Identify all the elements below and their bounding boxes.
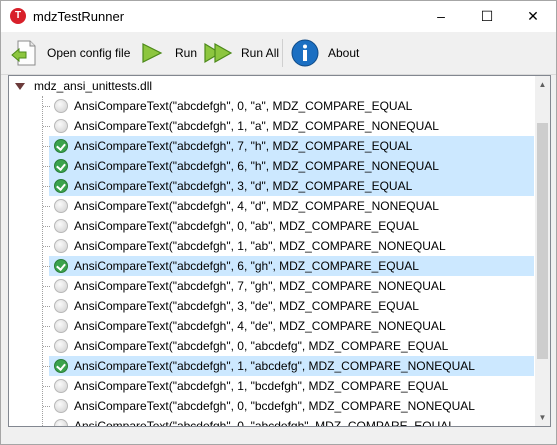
test-tree-item[interactable]: AnsiCompareText("abcdefgh", 1, "abcdefg"… — [43, 356, 534, 376]
test-not-run-icon — [54, 99, 68, 113]
test-tree-item[interactable]: AnsiCompareText("abcdefgh", 1, "ab", MDZ… — [43, 236, 534, 256]
test-not-run-icon — [54, 199, 68, 213]
tree-branch-line — [43, 386, 50, 387]
minimize-button[interactable]: – — [418, 1, 464, 32]
test-not-run-icon — [54, 339, 68, 353]
about-button[interactable]: About — [290, 36, 359, 70]
open-config-icon — [9, 38, 39, 68]
test-tree[interactable]: mdz_ansi_unittests.dll AnsiCompareText("… — [8, 75, 551, 427]
test-item-label: AnsiCompareText("abcdefgh", 1, "ab", MDZ… — [74, 239, 446, 253]
run-button[interactable]: Run — [137, 36, 197, 70]
test-passed-icon — [54, 259, 68, 273]
open-config-button[interactable]: Open config file — [9, 36, 130, 70]
app-logo-icon — [10, 8, 26, 24]
status-bar — [1, 427, 556, 444]
test-not-run-icon — [54, 379, 68, 393]
test-tree-item[interactable]: AnsiCompareText("abcdefgh", 4, "de", MDZ… — [43, 316, 534, 336]
vertical-scrollbar[interactable]: ▲ ▼ — [535, 76, 550, 426]
test-tree-item[interactable]: AnsiCompareText("abcdefgh", 0, "bcdefgh"… — [43, 396, 534, 416]
scrollbar-thumb[interactable] — [537, 123, 548, 359]
test-tree-item[interactable]: AnsiCompareText("abcdefgh", 7, "gh", MDZ… — [43, 276, 534, 296]
test-not-run-icon — [54, 119, 68, 133]
test-not-run-icon — [54, 419, 68, 426]
test-tree-item[interactable]: AnsiCompareText("abcdefgh", 3, "de", MDZ… — [43, 296, 534, 316]
test-not-run-icon — [54, 299, 68, 313]
test-not-run-icon — [54, 239, 68, 253]
test-not-run-icon — [54, 279, 68, 293]
test-not-run-icon — [54, 399, 68, 413]
info-icon — [290, 38, 320, 68]
maximize-button[interactable]: ☐ — [464, 1, 510, 32]
tree-branch-line — [43, 206, 50, 207]
test-item-label: AnsiCompareText("abcdefgh", 7, "gh", MDZ… — [74, 279, 446, 293]
test-item-label: AnsiCompareText("abcdefgh", 7, "h", MDZ_… — [74, 139, 413, 153]
tree-branch-line — [43, 286, 50, 287]
expand-arrow-icon[interactable] — [15, 83, 25, 90]
window-title: mdzTestRunner — [33, 9, 125, 24]
title-bar: mdzTestRunner – ☐ ✕ — [1, 1, 556, 32]
test-passed-icon — [54, 159, 68, 173]
test-item-label: AnsiCompareText("abcdefgh", 4, "d", MDZ_… — [74, 199, 439, 213]
scroll-down-arrow-icon[interactable]: ▼ — [535, 409, 550, 426]
tree-branch-line — [43, 126, 50, 127]
tree-branch-line — [43, 346, 50, 347]
test-item-label: AnsiCompareText("abcdefgh", 3, "d", MDZ_… — [74, 179, 413, 193]
test-passed-icon — [54, 359, 68, 373]
tree-root-node[interactable]: mdz_ansi_unittests.dll — [9, 76, 534, 96]
test-passed-icon — [54, 179, 68, 193]
test-item-label: AnsiCompareText("abcdefgh", 4, "de", MDZ… — [74, 319, 446, 333]
test-item-label: AnsiCompareText("abcdefgh", 0, "a", MDZ_… — [74, 99, 413, 113]
tree-branch-line — [43, 106, 50, 107]
tree-branch-line — [43, 326, 50, 327]
run-all-icon — [203, 38, 233, 68]
run-all-button[interactable]: Run All — [203, 36, 279, 70]
tree-branch-line — [43, 166, 50, 167]
test-tree-item[interactable]: AnsiCompareText("abcdefgh", 0, "a", MDZ_… — [43, 96, 534, 116]
toolbar-separator — [282, 39, 283, 67]
test-item-label: AnsiCompareText("abcdefgh", 0, "abcdefgh… — [74, 419, 455, 427]
tree-branch-line — [43, 186, 50, 187]
test-item-label: AnsiCompareText("abcdefgh", 0, "ab", MDZ… — [74, 219, 419, 233]
tree-branch-line — [43, 266, 50, 267]
test-passed-icon — [54, 139, 68, 153]
run-play-icon — [137, 38, 167, 68]
test-tree-item[interactable]: AnsiCompareText("abcdefgh", 0, "abcdefg"… — [43, 336, 534, 356]
scroll-up-arrow-icon[interactable]: ▲ — [535, 76, 550, 93]
test-item-label: AnsiCompareText("abcdefgh", 6, "gh", MDZ… — [74, 259, 419, 273]
run-label: Run — [175, 46, 198, 60]
tree-branch-line — [43, 306, 50, 307]
tree-branch-line — [43, 366, 50, 367]
test-item-label: AnsiCompareText("abcdefgh", 1, "a", MDZ_… — [74, 119, 439, 133]
test-tree-item[interactable]: AnsiCompareText("abcdefgh", 1, "a", MDZ_… — [43, 116, 534, 136]
toolbar: Open config file Run Run All About — [1, 32, 556, 75]
tree-branch-line — [43, 406, 50, 407]
run-all-label: Run All — [241, 46, 280, 60]
test-tree-item[interactable]: AnsiCompareText("abcdefgh", 6, "h", MDZ_… — [43, 156, 534, 176]
tree-branch-line — [43, 246, 50, 247]
test-item-label: AnsiCompareText("abcdefgh", 0, "bcdefgh"… — [74, 399, 475, 413]
tree-root-label: mdz_ansi_unittests.dll — [34, 79, 153, 93]
test-tree-item[interactable]: AnsiCompareText("abcdefgh", 0, "ab", MDZ… — [43, 216, 534, 236]
test-item-label: AnsiCompareText("abcdefgh", 0, "abcdefg"… — [74, 339, 449, 353]
tree-branch-line — [43, 226, 50, 227]
test-item-label: AnsiCompareText("abcdefgh", 1, "abcdefg"… — [74, 359, 475, 373]
test-tree-item[interactable]: AnsiCompareText("abcdefgh", 1, "bcdefgh"… — [43, 376, 534, 396]
test-item-label: AnsiCompareText("abcdefgh", 3, "de", MDZ… — [74, 299, 419, 313]
test-tree-item[interactable]: AnsiCompareText("abcdefgh", 7, "h", MDZ_… — [43, 136, 534, 156]
open-config-label: Open config file — [47, 46, 131, 60]
app-window: mdzTestRunner – ☐ ✕ Open config file Run — [0, 0, 557, 445]
test-tree-item[interactable]: AnsiCompareText("abcdefgh", 4, "d", MDZ_… — [43, 196, 534, 216]
test-tree-item[interactable]: AnsiCompareText("abcdefgh", 6, "gh", MDZ… — [43, 256, 534, 276]
about-label: About — [328, 46, 360, 60]
test-not-run-icon — [54, 319, 68, 333]
test-item-label: AnsiCompareText("abcdefgh", 1, "bcdefgh"… — [74, 379, 449, 393]
test-tree-item[interactable]: AnsiCompareText("abcdefgh", 0, "abcdefgh… — [49, 416, 534, 427]
test-tree-item[interactable]: AnsiCompareText("abcdefgh", 3, "d", MDZ_… — [43, 176, 534, 196]
test-item-label: AnsiCompareText("abcdefgh", 6, "h", MDZ_… — [74, 159, 439, 173]
close-button[interactable]: ✕ — [510, 1, 556, 32]
tree-branch-line — [43, 146, 50, 147]
test-not-run-icon — [54, 219, 68, 233]
